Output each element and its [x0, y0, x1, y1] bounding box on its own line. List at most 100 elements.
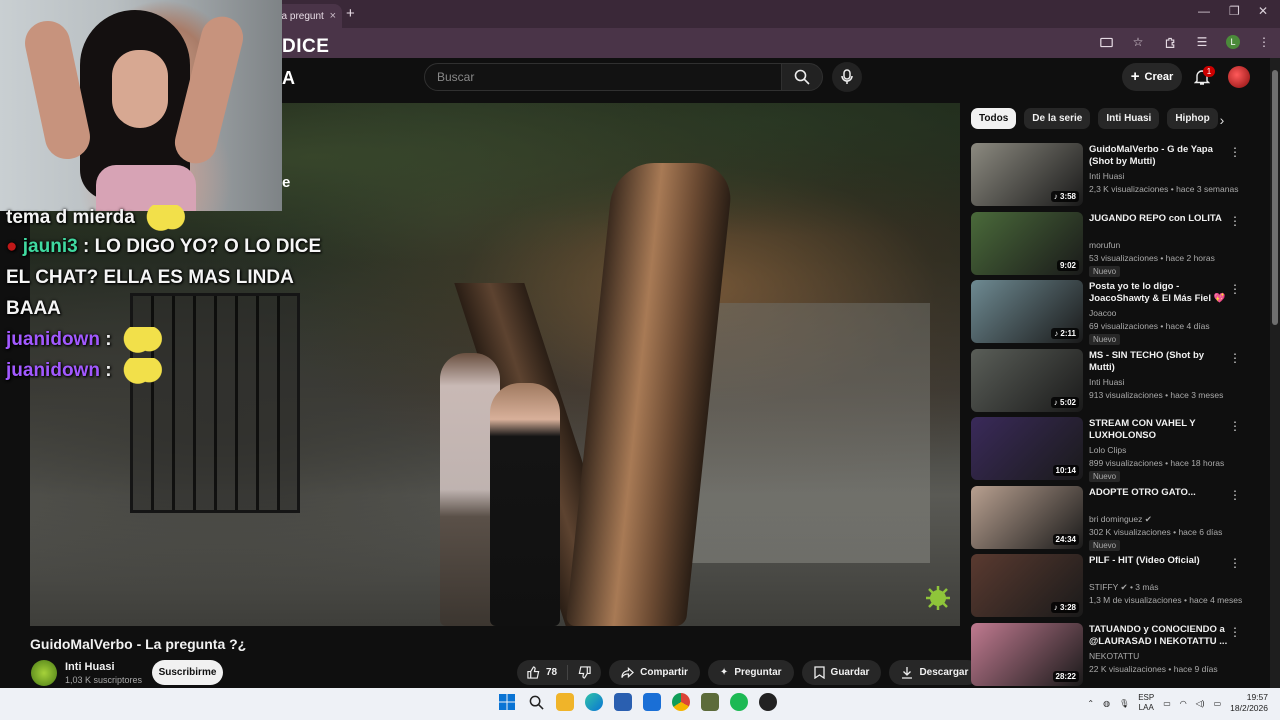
system-tray: ⌃ ◍ 🎙 ESP LAA ▭ ◠ ◁) ▭ 19:57 18/2/2026: [1087, 692, 1268, 714]
ask-button[interactable]: ✦ Preguntar: [707, 660, 794, 685]
chevron-right-icon[interactable]: ›: [1212, 110, 1232, 130]
extensions-icon[interactable]: [1162, 34, 1178, 50]
recommendation-title[interactable]: STREAM CON VAHEL Y LUXHOLONSO: [1089, 418, 1229, 442]
browser-menu-icon[interactable]: ⋮: [1256, 34, 1272, 50]
tab-close-icon[interactable]: ×: [330, 10, 336, 22]
store-icon[interactable]: [614, 693, 632, 711]
search-button[interactable]: [781, 63, 823, 91]
kebab-menu-icon[interactable]: ⋮: [1229, 419, 1241, 433]
channel-name[interactable]: Inti Huasi: [65, 661, 115, 673]
video-title: GuidoMalVerbo - La pregunta ?¿: [30, 636, 247, 652]
recommendation-channel[interactable]: bri dominguez ✔: [1089, 514, 1152, 525]
microphone-icon: [841, 69, 853, 84]
chip-hiphop[interactable]: Hiphop: [1167, 108, 1218, 129]
chip-todos[interactable]: Todos: [971, 108, 1017, 129]
recommendation-thumbnail[interactable]: ♪ 3:28: [971, 554, 1083, 617]
recommendation-channel[interactable]: morufun: [1089, 240, 1120, 250]
share-button[interactable]: Compartir: [609, 660, 700, 685]
kebab-menu-icon[interactable]: ⋮: [1229, 488, 1241, 502]
tab-title: La pregunt: [276, 10, 324, 22]
search-box[interactable]: [424, 63, 782, 91]
cast-icon[interactable]: [1098, 34, 1114, 50]
recommendation-channel[interactable]: Lolo Clips: [1089, 445, 1126, 455]
scrollbar-thumb[interactable]: [1272, 70, 1278, 325]
mail-icon[interactable]: [643, 693, 661, 711]
display-icon[interactable]: ▭: [1163, 699, 1171, 708]
recommendation-thumbnail[interactable]: ♪ 5:02: [971, 349, 1083, 412]
recommendation-thumbnail[interactable]: 24:34: [971, 486, 1083, 549]
recommendation-channel[interactable]: Inti Huasi: [1089, 171, 1124, 181]
new-badge: Nuevo: [1089, 266, 1121, 277]
recommendation-thumbnail[interactable]: ♪ 3:58: [971, 143, 1083, 206]
kebab-menu-icon[interactable]: ⋮: [1229, 556, 1241, 570]
volume-icon[interactable]: ◁): [1196, 699, 1205, 708]
new-tab-button[interactable]: +: [346, 5, 355, 22]
recommendation-title[interactable]: JUGANDO REPO con LOLITA: [1089, 213, 1229, 225]
recommendation-item[interactable]: ♪ 2:11 Posta yo te lo digo - JoacoShawty …: [971, 280, 1256, 345]
recommendation-title[interactable]: MS - SIN TECHO (Shot by Mutti): [1089, 350, 1229, 374]
battery-icon[interactable]: ▭: [1214, 699, 1222, 708]
recommendation-item[interactable]: ♪ 3:28 PILF - HIT (Video Oficial) STIFFY ✔…: [971, 554, 1256, 618]
save-button[interactable]: Guardar: [801, 660, 882, 685]
recommendation-channel[interactable]: Joacoo: [1089, 308, 1116, 318]
recommendation-item[interactable]: 10:14 STREAM CON VAHEL Y LUXHOLONSO Lolo C…: [971, 417, 1256, 482]
recommendation-channel[interactable]: Inti Huasi: [1089, 377, 1124, 387]
chip-inti-huasi[interactable]: Inti Huasi: [1098, 108, 1160, 129]
search-taskbar-icon[interactable]: [527, 693, 545, 711]
recommendation-title[interactable]: Posta yo te lo digo - JoacoShawty & El M…: [1089, 281, 1229, 306]
chevron-up-icon[interactable]: ⌃: [1087, 699, 1094, 708]
search-input[interactable]: [437, 70, 769, 84]
bookmark-star-icon[interactable]: ☆: [1130, 34, 1146, 50]
chat-message: tema d mierda: [0, 205, 330, 231]
file-explorer-icon[interactable]: [556, 693, 574, 711]
chrome-icon[interactable]: [672, 693, 690, 711]
kebab-menu-icon[interactable]: ⋮: [1229, 625, 1241, 639]
recommendation-thumbnail[interactable]: 28:22: [971, 623, 1083, 686]
like-button[interactable]: 78: [517, 660, 567, 685]
kebab-menu-icon[interactable]: ⋮: [1229, 145, 1241, 159]
recommendation-channel[interactable]: STIFFY ✔ • 3 más: [1089, 582, 1158, 593]
dislike-button[interactable]: [568, 660, 601, 685]
account-avatar[interactable]: [1228, 66, 1250, 88]
spotify-icon[interactable]: [730, 693, 748, 711]
mic-tray-icon[interactable]: 🎙: [1119, 699, 1129, 708]
profile-avatar[interactable]: L: [1226, 35, 1240, 49]
start-icon[interactable]: [498, 693, 516, 711]
language-indicator[interactable]: ESP LAA: [1138, 693, 1154, 713]
recommendation-item[interactable]: 9:02 JUGANDO REPO con LOLITA morufun 53 vis…: [971, 212, 1256, 277]
kebab-menu-icon[interactable]: ⋮: [1229, 351, 1241, 365]
edge-icon[interactable]: [585, 693, 603, 711]
recommendation-item[interactable]: 28:22 TATUANDO y CONOCIENDO a @LAURASAD l…: [971, 623, 1256, 687]
recommendation-thumbnail[interactable]: 10:14: [971, 417, 1083, 480]
channel-avatar[interactable]: [31, 660, 57, 686]
recommendation-title[interactable]: GuidoMalVerbo - G de Yapa (Shot by Mutti…: [1089, 144, 1229, 168]
download-button[interactable]: Descargar: [889, 660, 981, 685]
recommendation-thumbnail[interactable]: 9:02: [971, 212, 1083, 275]
create-button[interactable]: + Crear: [1122, 63, 1182, 91]
recommendation-title[interactable]: TATUANDO y CONOCIENDO a @LAURASAD l NEKO…: [1089, 624, 1229, 648]
maximize-button[interactable]: ❐: [1229, 4, 1240, 18]
minecraft-icon[interactable]: [701, 693, 719, 711]
subscribe-button[interactable]: Suscribirme: [152, 660, 223, 685]
recommendation-channel[interactable]: NEKOTATTU: [1089, 651, 1139, 661]
recommendation-title[interactable]: PILF - HIT (Video Oficial): [1089, 555, 1229, 567]
minimize-button[interactable]: —: [1198, 4, 1210, 18]
thumbs-up-icon: [527, 666, 540, 679]
recommendation-title[interactable]: ADOPTE OTRO GATO...: [1089, 487, 1229, 499]
kebab-menu-icon[interactable]: ⋮: [1229, 282, 1241, 296]
wifi-icon[interactable]: ◠: [1180, 699, 1187, 708]
close-window-button[interactable]: ✕: [1258, 4, 1268, 18]
chip-de-la-serie[interactable]: De la serie: [1024, 108, 1091, 129]
video-duration: ♪ 3:58: [1050, 191, 1079, 202]
recommendation-thumbnail[interactable]: ♪ 2:11: [971, 280, 1083, 343]
recommendation-item[interactable]: 24:34 ADOPTE OTRO GATO... bri dominguez ✔ 3…: [971, 486, 1256, 551]
recommendation-item[interactable]: ♪ 5:02 MS - SIN TECHO (Shot by Mutti) Inti…: [971, 349, 1256, 413]
recommendation-item[interactable]: ♪ 3:58 GuidoMalVerbo - G de Yapa (Shot by…: [971, 143, 1256, 207]
recommendation-meta: 302 K visualizaciones • hace 6 días: [1089, 527, 1223, 537]
media-queue-icon[interactable]: ☰: [1194, 34, 1210, 50]
kebab-menu-icon[interactable]: ⋮: [1229, 214, 1241, 228]
network-icon[interactable]: ◍: [1103, 699, 1110, 708]
app-icon[interactable]: [759, 693, 777, 711]
clock[interactable]: 19:57 18/2/2026: [1230, 692, 1268, 714]
voice-search-button[interactable]: [832, 62, 862, 92]
